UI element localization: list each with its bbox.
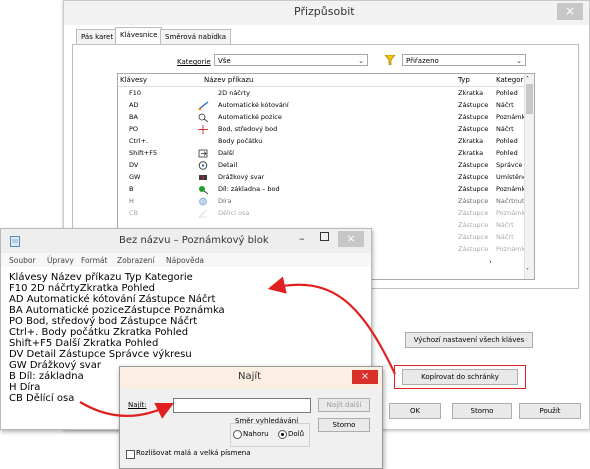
- arrow-copy-to-notepad: [267, 276, 396, 375]
- annotation-arrows: [79, 276, 396, 419]
- arrow-notepad-to-find: [79, 401, 174, 419]
